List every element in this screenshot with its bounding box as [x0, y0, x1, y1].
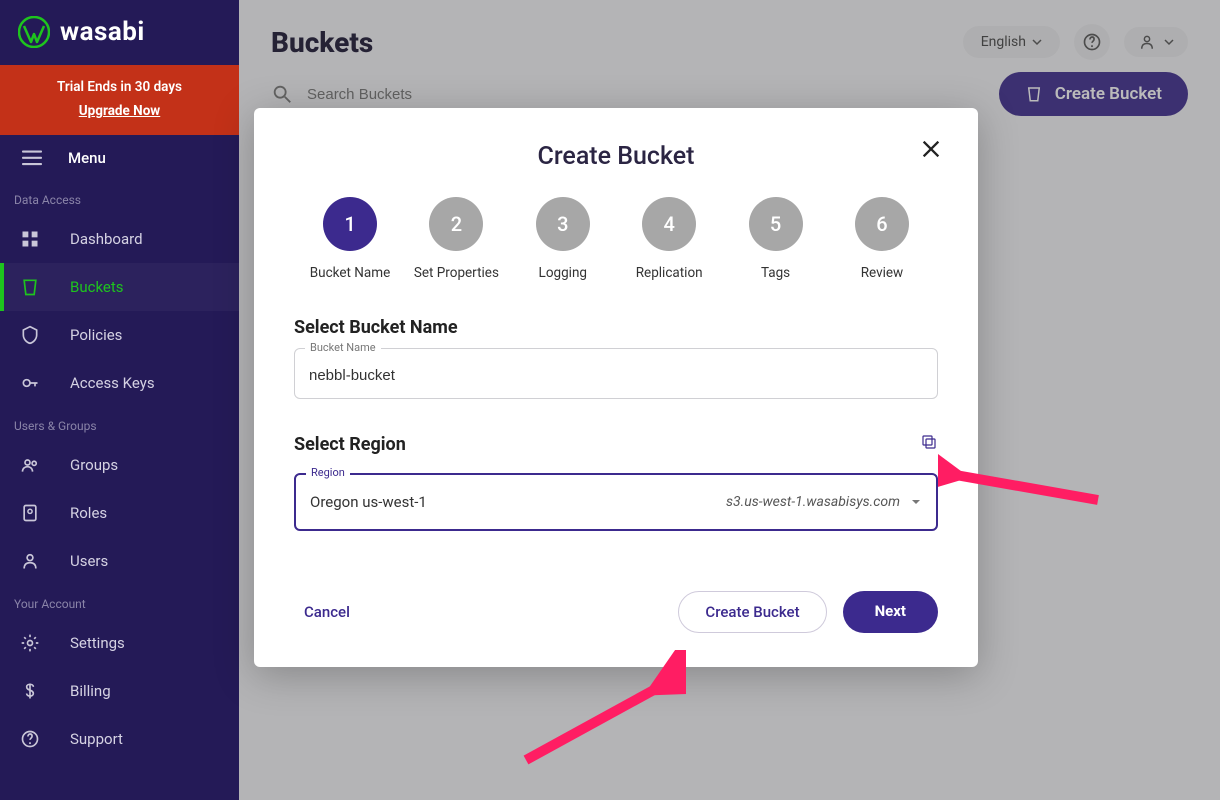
select-region-heading: Select Region — [294, 434, 406, 455]
gear-icon — [18, 631, 42, 655]
dollar-icon — [18, 679, 42, 703]
bucket-name-input[interactable] — [309, 367, 923, 384]
sidebar-item-label: Access Keys — [70, 374, 155, 392]
sidebar-item-label: Roles — [70, 504, 107, 522]
copy-endpoint-button[interactable] — [920, 433, 938, 455]
key-icon — [18, 371, 42, 395]
step-number: 6 — [855, 197, 909, 251]
section-your-account: Your Account — [0, 585, 239, 619]
search-input[interactable] — [307, 86, 707, 103]
roles-icon — [18, 501, 42, 525]
search-buckets[interactable] — [271, 83, 999, 105]
user-menu[interactable] — [1124, 27, 1188, 57]
sidebar: wasabi Trial Ends in 30 days Upgrade Now… — [0, 0, 239, 800]
stepper: 1 Bucket Name 2 Set Properties 3 Logging… — [300, 197, 932, 281]
brand-logo[interactable]: wasabi — [0, 0, 239, 65]
help-button[interactable] — [1074, 24, 1110, 60]
region-endpoint: s3.us-west-1.wasabisys.com — [726, 494, 900, 510]
sidebar-item-label: Billing — [70, 682, 111, 700]
sidebar-item-label: Dashboard — [70, 230, 143, 248]
modal-close-button[interactable] — [920, 138, 942, 164]
step-bucket-name[interactable]: 1 Bucket Name — [300, 197, 400, 281]
create-bucket-button[interactable]: Create Bucket — [678, 591, 826, 633]
sidebar-item-label: Groups — [70, 456, 118, 474]
search-icon — [271, 83, 293, 105]
person-icon — [1138, 33, 1156, 51]
close-icon — [920, 138, 942, 160]
step-tags[interactable]: 5 Tags — [726, 197, 826, 281]
menu-label: Menu — [68, 149, 106, 167]
chevron-down-icon — [1032, 37, 1042, 47]
step-label: Tags — [761, 265, 790, 281]
language-label: English — [981, 34, 1026, 50]
sidebar-item-label: Policies — [70, 326, 122, 344]
bucket-name-field[interactable]: Bucket Name — [294, 348, 938, 399]
step-label: Logging — [539, 265, 587, 281]
sidebar-item-label: Settings — [70, 634, 125, 652]
step-number: 4 — [642, 197, 696, 251]
step-label: Review — [861, 265, 904, 281]
sidebar-item-users[interactable]: Users — [0, 537, 239, 585]
step-label: Replication — [636, 265, 703, 281]
create-bucket-modal: Create Bucket 1 Bucket Name 2 Set Proper… — [254, 108, 978, 667]
sidebar-item-billing[interactable]: Billing — [0, 667, 239, 715]
step-label: Set Properties — [414, 265, 499, 281]
sidebar-item-settings[interactable]: Settings — [0, 619, 239, 667]
create-bucket-button-main[interactable]: Create Bucket — [999, 72, 1188, 116]
step-number: 1 — [323, 197, 377, 251]
section-users-groups: Users & Groups — [0, 407, 239, 441]
step-replication[interactable]: 4 Replication — [619, 197, 719, 281]
step-number: 5 — [749, 197, 803, 251]
step-review[interactable]: 6 Review — [832, 197, 932, 281]
next-button[interactable]: Next — [843, 591, 938, 633]
region-value: Oregon us-west-1 — [310, 493, 427, 511]
trial-text: Trial Ends in 30 days — [0, 79, 239, 95]
region-label: Region — [306, 466, 350, 479]
menu-toggle[interactable]: Menu — [0, 135, 239, 181]
cancel-button[interactable]: Cancel — [294, 591, 360, 633]
wasabi-logo-icon — [18, 16, 50, 48]
step-logging[interactable]: 3 Logging — [513, 197, 613, 281]
bucket-name-label: Bucket Name — [305, 341, 381, 354]
sidebar-item-policies[interactable]: Policies — [0, 311, 239, 359]
sidebar-item-label: Support — [70, 730, 123, 748]
sidebar-item-buckets[interactable]: Buckets — [0, 263, 239, 311]
upgrade-now-link[interactable]: Upgrade Now — [0, 103, 239, 119]
step-label: Bucket Name — [310, 265, 391, 281]
copy-icon — [920, 433, 938, 451]
select-bucket-name-heading: Select Bucket Name — [294, 317, 938, 338]
help-icon — [18, 727, 42, 751]
sidebar-item-label: Buckets — [70, 278, 124, 296]
bucket-icon — [1025, 85, 1043, 103]
hamburger-icon — [22, 150, 42, 166]
trial-banner[interactable]: Trial Ends in 30 days Upgrade Now — [0, 65, 239, 135]
brand-text: wasabi — [60, 17, 145, 47]
sidebar-item-roles[interactable]: Roles — [0, 489, 239, 537]
help-circle-icon — [1082, 32, 1102, 52]
sidebar-item-label: Users — [70, 552, 108, 570]
region-select[interactable]: Region Oregon us-west-1 s3.us-west-1.was… — [294, 473, 938, 531]
groups-icon — [18, 453, 42, 477]
sidebar-item-support[interactable]: Support — [0, 715, 239, 763]
step-set-properties[interactable]: 2 Set Properties — [406, 197, 506, 281]
modal-title: Create Bucket — [294, 142, 938, 171]
user-icon — [18, 549, 42, 573]
chevron-down-icon — [1164, 37, 1174, 47]
dashboard-icon — [18, 227, 42, 251]
bucket-icon — [18, 275, 42, 299]
language-selector[interactable]: English — [963, 26, 1060, 58]
page-title: Buckets — [271, 26, 373, 59]
step-number: 3 — [536, 197, 590, 251]
sidebar-item-dashboard[interactable]: Dashboard — [0, 215, 239, 263]
sidebar-item-access-keys[interactable]: Access Keys — [0, 359, 239, 407]
sidebar-item-groups[interactable]: Groups — [0, 441, 239, 489]
shield-icon — [18, 323, 42, 347]
step-number: 2 — [429, 197, 483, 251]
chevron-down-icon — [910, 496, 922, 508]
create-bucket-label: Create Bucket — [1055, 84, 1162, 104]
section-data-access: Data Access — [0, 181, 239, 215]
